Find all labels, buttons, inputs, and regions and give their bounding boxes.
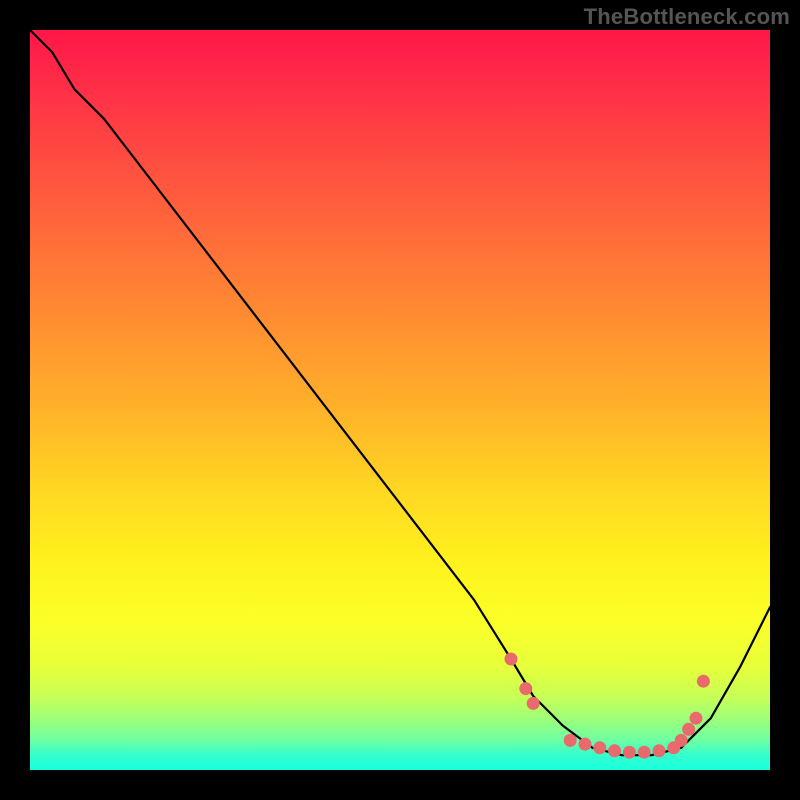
marker-dot <box>682 723 695 736</box>
chart-frame: TheBottleneck.com <box>0 0 800 800</box>
marker-dot <box>623 746 636 759</box>
marker-dot <box>697 675 710 688</box>
plot-area <box>30 30 770 770</box>
marker-dot <box>638 746 651 759</box>
marker-dot <box>564 734 577 747</box>
marker-dot <box>519 682 532 695</box>
marker-dot <box>608 744 621 757</box>
marker-dot <box>505 653 518 666</box>
marker-dot <box>579 738 592 751</box>
marker-dot <box>653 744 666 757</box>
marker-dot <box>690 712 703 725</box>
marker-dot <box>527 697 540 710</box>
bottleneck-curve-path <box>30 30 770 755</box>
marker-dot <box>593 741 606 754</box>
marker-dot <box>675 734 688 747</box>
curve-svg <box>30 30 770 770</box>
watermark-text: TheBottleneck.com <box>584 4 790 30</box>
marker-group <box>505 653 710 759</box>
